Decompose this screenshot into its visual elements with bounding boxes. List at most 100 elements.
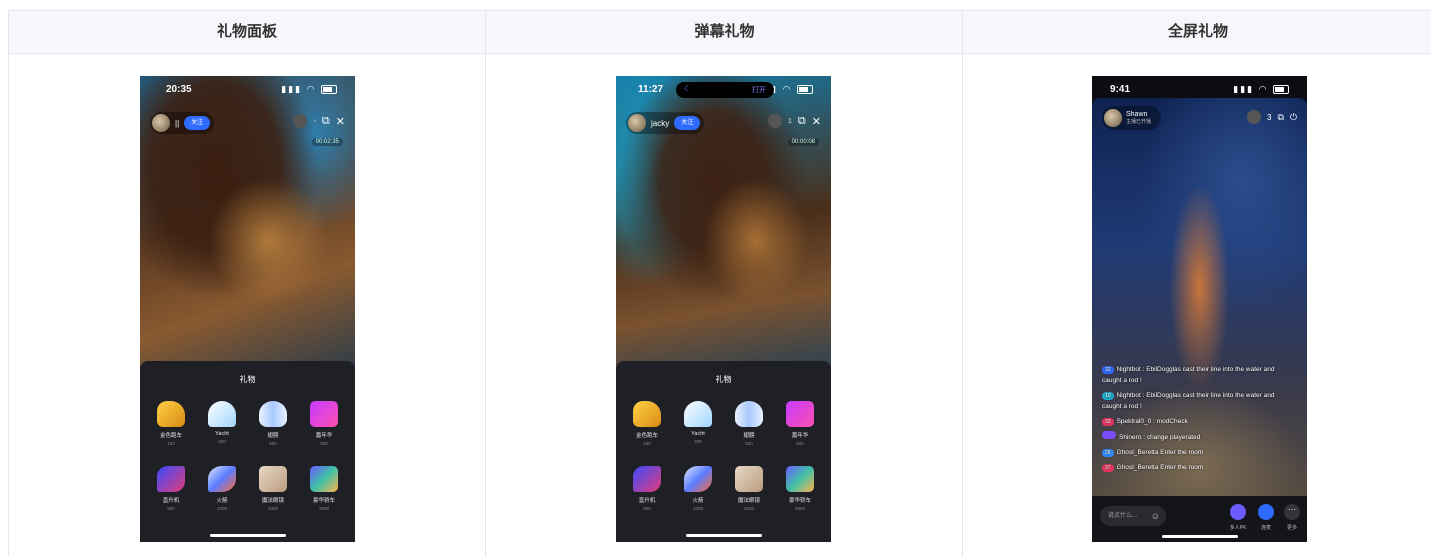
wifi-icon: ◠ (1258, 84, 1269, 94)
level-badge (1102, 431, 1116, 439)
chat-message: 28 Ghost_Beretta Enter the room (1102, 447, 1282, 458)
pk-label: 多人PK (1229, 525, 1247, 531)
viewer-count: 1 (788, 117, 792, 125)
rocket-icon (684, 466, 712, 492)
share-icon[interactable]: ⧉ (1277, 112, 1283, 123)
viewer-count-icon: ◦ (313, 117, 316, 125)
power-icon[interactable]: ⏻ (1290, 112, 1297, 123)
helicopter-icon (633, 466, 661, 492)
header-barrage-gift: 弹幕礼物 (694, 23, 755, 40)
luxury-car-icon (310, 466, 338, 492)
home-indicator (210, 534, 286, 537)
more-label: 更多 (1286, 525, 1297, 531)
avatar[interactable] (152, 114, 170, 132)
network-timer: 00:00:08 (787, 138, 819, 146)
magic-glasses-icon (735, 466, 763, 492)
gift-item[interactable]: Yacht 200 (673, 401, 723, 444)
chat-message: 10 Nightbot : EbilDogglas cast their line… (1102, 392, 1275, 410)
host-pill[interactable]: Shawn 主播已开播 (1102, 106, 1162, 130)
gift-item[interactable]: 豪华轿车 3000 (775, 466, 825, 511)
status-time: 20:35 (166, 84, 192, 95)
table-header: 礼物面板 弹幕礼物 全屏礼物 (9, 11, 1431, 54)
level-badge: 33 (1102, 418, 1114, 426)
gift-item[interactable]: 嘉年华 800 (775, 401, 825, 446)
yacht-icon (208, 401, 236, 427)
chat-message: 33 Spektral0_0 : modCheck (1102, 416, 1282, 427)
wings-icon (735, 401, 763, 427)
gift-item[interactable]: 豪华轿车 3000 (299, 466, 349, 511)
helicopter-icon (157, 466, 185, 492)
live-top-bar: jacky 关注 1 ⧉ ✕ (626, 112, 821, 134)
carnival-icon (310, 401, 338, 427)
follow-button[interactable]: 关注 (674, 116, 701, 130)
carnival-icon (786, 401, 814, 427)
dynamic-island[interactable]: ☾ 打开 (676, 82, 774, 98)
viewer-avatar[interactable] (768, 114, 783, 128)
host-name: || (175, 118, 180, 128)
gift-item[interactable]: 火箭 1000 (197, 466, 247, 511)
chat-message: Shinero : change playerated (1102, 431, 1282, 443)
more-icon[interactable]: ··· (1284, 504, 1300, 520)
yacht-icon (684, 401, 712, 427)
avatar[interactable] (1104, 109, 1122, 127)
follow-button[interactable]: 关注 (184, 116, 211, 130)
link-mic-label: 连麦 (1260, 525, 1271, 531)
comparison-table: 礼物面板 弹幕礼物 全屏礼物 20:35 ▮▮▮ ◠ || 关注 ◦ ⧉ ✕ 0… (8, 10, 1431, 557)
gift-item[interactable]: 金色跑车 100 (622, 401, 672, 446)
phone-icon[interactable] (1258, 504, 1274, 520)
gift-item[interactable]: 直升机 900 (146, 466, 196, 511)
chat-message: 32 Nightbot : EbilDogglas cast their line… (1102, 366, 1275, 384)
level-badge: 10 (1102, 392, 1114, 400)
host-pill[interactable]: || 关注 (150, 112, 215, 134)
status-icons: ▮▮▮ ◠ (1233, 84, 1289, 95)
share-icon[interactable]: ⧉ (322, 115, 330, 128)
close-icon[interactable]: ✕ (336, 115, 345, 128)
sports-car-icon (157, 401, 185, 427)
phone-barrage-gift: 11:27 ▮▮▮ ◠ ☾ 打开 jacky 关注 1 ⧉ ✕ 00:00:08… (616, 76, 831, 542)
viewer-count: 3 (1266, 112, 1272, 122)
chat-input[interactable]: 说点什么... ☺ (1100, 506, 1166, 526)
emoji-icon[interactable]: ☺ (1151, 506, 1160, 526)
status-bar: 9:41 ▮▮▮ ◠ (1092, 84, 1307, 98)
status-time: 9:41 (1110, 84, 1131, 95)
gift-item[interactable]: 火箭 1000 (673, 466, 723, 511)
viewer-avatar[interactable] (1246, 110, 1261, 124)
gift-item[interactable]: 金色跑车 100 (146, 401, 196, 446)
gift-item[interactable]: Yacht 200 (197, 401, 247, 444)
sports-car-icon (633, 401, 661, 427)
battery-icon (797, 85, 813, 95)
gift-item[interactable]: 直升机 900 (622, 466, 672, 511)
gift-item[interactable]: 翅膀 500 (248, 401, 298, 446)
status-icons: ▮▮▮ ◠ (281, 84, 337, 95)
host-pill[interactable]: jacky 关注 (626, 112, 705, 134)
level-badge: 37 (1102, 464, 1114, 472)
avatar[interactable] (628, 114, 646, 132)
island-open-button[interactable]: 打开 (752, 85, 766, 95)
gift-panel: 礼物 金色跑车 100 Yacht 200 翅膀 500 嘉年华 800 直升机 900 … (616, 361, 831, 542)
wifi-icon: ◠ (782, 84, 793, 94)
gift-item[interactable]: 魔法眼镜 2000 (248, 466, 298, 511)
gift-panel: 礼物 金色跑车 100 Yacht 200 翅膀 500 嘉年华 800 直升机 900 … (140, 361, 355, 542)
phone-fullscreen-gift: 9:41 ▮▮▮ ◠ Shawn 主播已开播 3 ⧉ ⏻ 32 Nightbot … (1092, 76, 1307, 542)
home-indicator (686, 534, 762, 537)
host-name: Shawn (1126, 111, 1148, 118)
signal-icon: ▮▮▮ (1233, 84, 1255, 94)
share-icon[interactable]: ⧉ (798, 115, 806, 128)
close-icon[interactable]: ✕ (812, 115, 821, 128)
status-bar: 20:35 ▮▮▮ ◠ (140, 84, 355, 98)
live-top-bar: || 关注 ◦ ⧉ ✕ (150, 112, 345, 134)
battery-icon (1273, 85, 1289, 95)
top-right-controls: 3 ⧉ ⏻ (1246, 110, 1297, 124)
gift-item[interactable]: 翅膀 500 (724, 401, 774, 446)
column-divider (485, 11, 486, 557)
gift-item[interactable]: 魔法眼镜 2000 (724, 466, 774, 511)
rocket-icon (208, 466, 236, 492)
pk-icon[interactable] (1230, 504, 1246, 520)
gift-item[interactable]: 嘉年华 800 (299, 401, 349, 446)
status-time: 11:27 (638, 84, 664, 95)
level-badge: 28 (1102, 449, 1114, 457)
top-right-controls: ◦ ⧉ ✕ (293, 114, 345, 128)
viewer-avatar[interactable] (293, 114, 308, 128)
level-badge: 32 (1102, 366, 1114, 374)
bottom-toolbar: 说点什么... ☺ 多人PK 连麦 ··· 更多 (1092, 496, 1307, 542)
